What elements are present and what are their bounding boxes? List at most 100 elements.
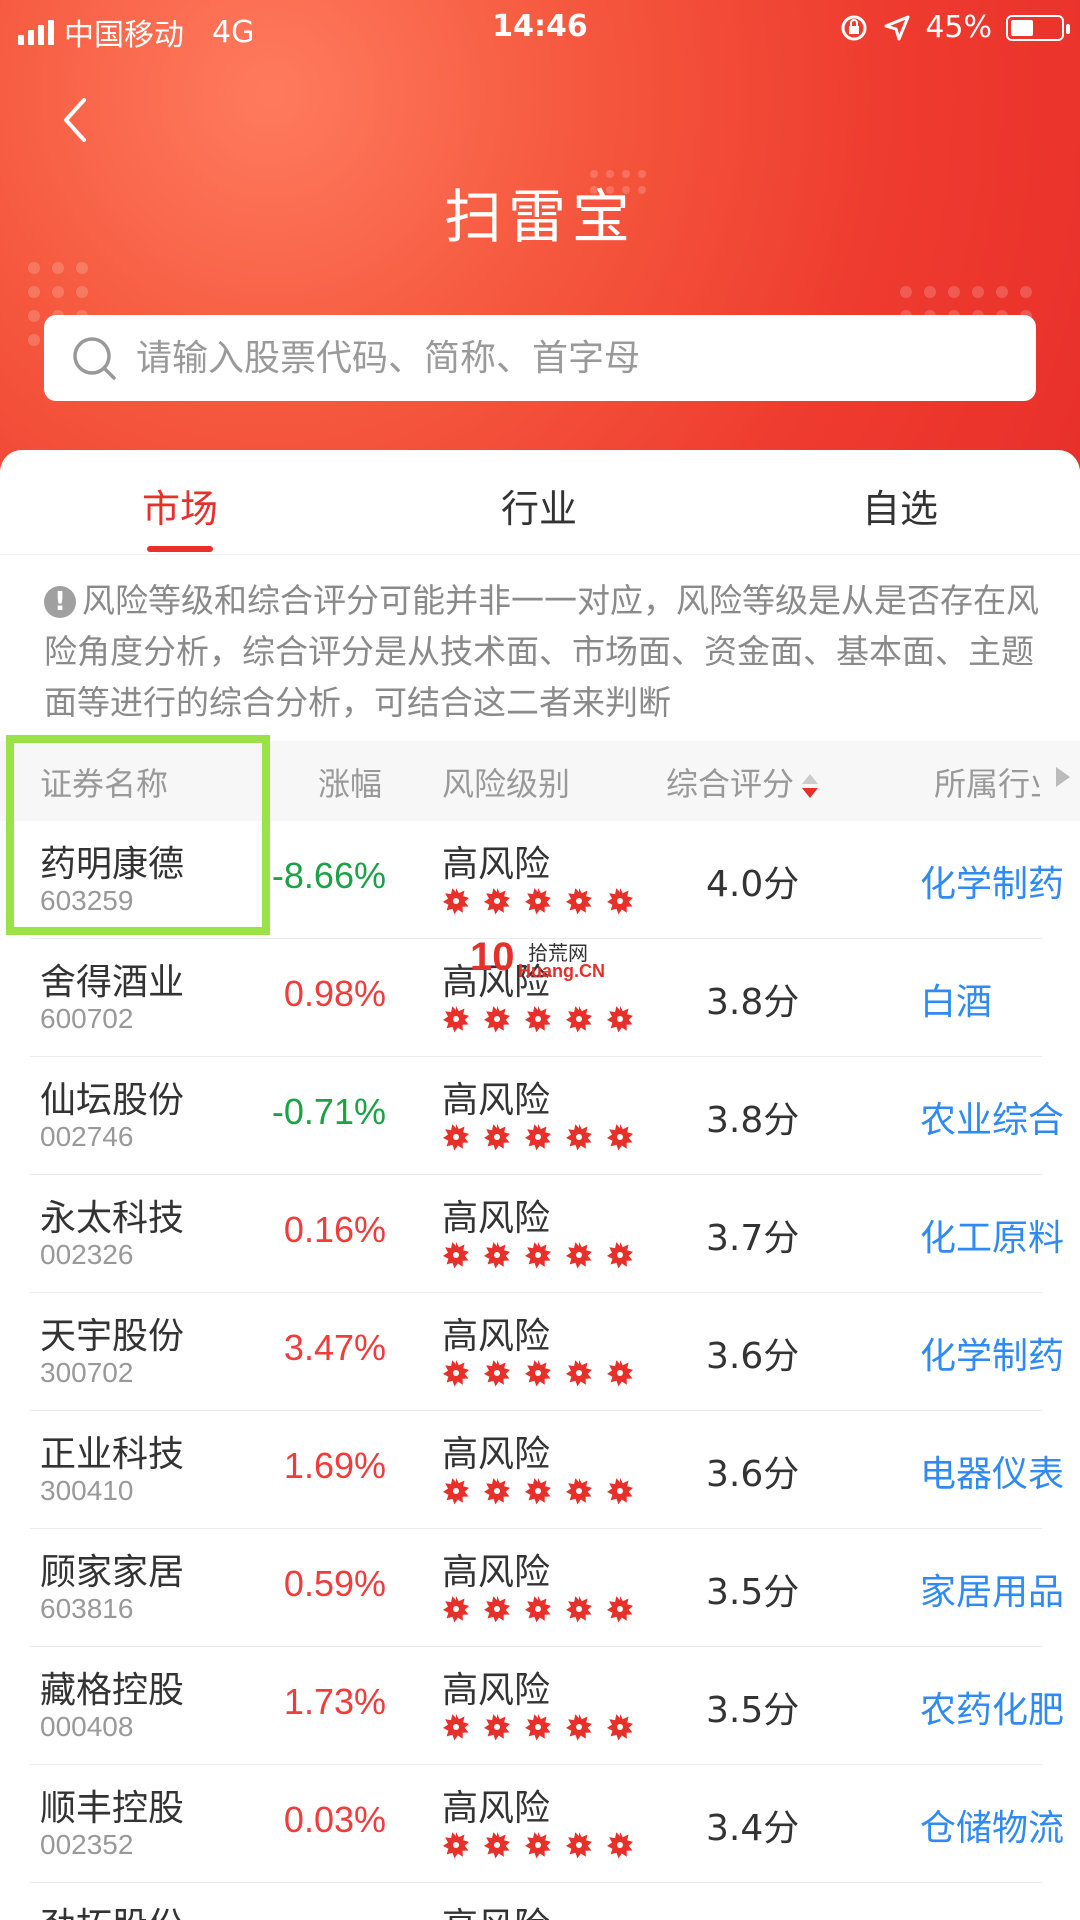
industry-link[interactable]: 农业综合: [920, 1091, 1072, 1143]
industry-link[interactable]: 化工原料: [920, 1209, 1072, 1261]
risk-star-icon: [566, 1242, 592, 1269]
risk-level: 高风险: [442, 1434, 551, 1475]
risk-star-icon: [525, 1360, 551, 1387]
industry-link[interactable]: 家居用品: [920, 1563, 1072, 1615]
search-input[interactable]: [134, 336, 988, 380]
risk-star-icon: [443, 1242, 469, 1269]
composite-score: 3.5分: [706, 1690, 800, 1731]
stock-name: 舍得酒业: [40, 962, 185, 1003]
page-title: 扫雷宝: [443, 183, 636, 251]
risk-stars: [442, 1123, 634, 1151]
industry-link[interactable]: 电器仪表: [920, 1445, 1072, 1497]
risk-star-icon: [566, 1006, 592, 1033]
risk-level: 高风险: [442, 1316, 551, 1357]
risk-star-icon: [443, 1596, 469, 1623]
table-row[interactable]: 永太科技 002326 0.16% 高风险 3.7分 化工原料: [30, 1175, 1064, 1293]
risk-star-icon: [566, 1124, 592, 1151]
risk-star-icon: [484, 1006, 510, 1033]
risk-star-icon: [484, 1478, 510, 1505]
stock-list: 药明康德 603259 -8.66% 高风险 4.0分 化学制药 舍得酒业 600702 0.9…: [0, 821, 1080, 1920]
risk-star-icon: [607, 1124, 633, 1151]
sort-icon[interactable]: [802, 774, 819, 798]
stock-name: 仙坛股份: [40, 1080, 185, 1121]
tab-watchlist[interactable]: 自选: [800, 478, 1000, 533]
status-right: 45%: [839, 10, 1070, 45]
risk-star-icon: [484, 1832, 510, 1859]
industry-link[interactable]: 化学制药: [920, 855, 1072, 907]
industry-link[interactable]: 农药化肥: [920, 1681, 1072, 1733]
tab-industry[interactable]: 行业: [439, 478, 639, 533]
risk-star-icon: [525, 888, 551, 915]
header-risk[interactable]: 风险级别: [442, 759, 570, 805]
table-row[interactable]: 天宇股份 300702 3.47% 高风险 3.6分 化学制药: [30, 1293, 1064, 1411]
risk-star-icon: [443, 1360, 469, 1387]
table-row[interactable]: 藏格控股 000408 1.73% 高风险 3.5分 农药化肥: [30, 1647, 1064, 1765]
table-row[interactable]: 仙坛股份 002746 -0.71% 高风险 3.8分 农业综合: [30, 1057, 1064, 1175]
stock-code: 002746: [40, 1121, 134, 1152]
industry-link[interactable]: 白酒: [920, 973, 1072, 1025]
stock-code: 002352: [40, 1829, 134, 1860]
risk-stars: [442, 1595, 634, 1623]
stock-name: 顺丰控股: [40, 1788, 185, 1829]
risk-stars: [442, 1713, 634, 1741]
stock-change: 0.16%: [283, 1209, 386, 1250]
industry-link[interactable]: 仓储物流: [920, 1799, 1072, 1851]
highlight-box: [6, 735, 270, 935]
table-row[interactable]: 顾家家居 603816 0.59% 高风险 3.5分 家居用品: [30, 1529, 1064, 1647]
risk-star-icon: [607, 1006, 633, 1033]
risk-star-icon: [484, 1360, 510, 1387]
risk-stars: [442, 1477, 634, 1505]
notice-text: 风险等级和综合评分可能并非一一对应，风险等级是从是否存在风险角度分析，综合评分是…: [44, 581, 1039, 722]
risk-star-icon: [525, 1242, 551, 1269]
risk-notice: ! 风险等级和综合评分可能并非一一对应，风险等级是从是否存在风险角度分析，综合评分…: [0, 555, 1080, 725]
stock-change: 3.47%: [283, 1327, 386, 1368]
risk-star-icon: [525, 1714, 551, 1741]
risk-stars: [442, 1359, 634, 1387]
stock-code: 603816: [40, 1593, 134, 1624]
stock-change: 0.03%: [283, 1799, 386, 1840]
risk-level: 高风险: [442, 1552, 551, 1593]
content-panel: 市场 行业 自选 ! 风险等级和综合评分可能并非一一对应，风险等级是从是否存在风险…: [0, 450, 1080, 1920]
location-icon: [884, 15, 910, 40]
risk-level: 高风险: [442, 1897, 550, 1920]
risk-star-icon: [484, 888, 510, 915]
stock-code: 300702: [40, 1357, 134, 1388]
header-industry[interactable]: 所属行业: [934, 759, 1040, 805]
composite-score: 3.6分: [706, 1454, 800, 1495]
scroll-right-icon[interactable]: [1056, 767, 1070, 787]
risk-level: 高风险: [442, 1670, 551, 1711]
risk-star-icon: [607, 1360, 633, 1387]
back-icon[interactable]: [48, 90, 108, 150]
risk-star-icon: [443, 888, 469, 915]
tab-active-indicator: [147, 546, 213, 552]
risk-stars: [442, 887, 634, 915]
header-change[interactable]: 涨幅: [318, 759, 382, 805]
stock-name: 劲拓股份: [40, 1897, 184, 1920]
stock-code: 600702: [40, 1003, 134, 1034]
header-score[interactable]: 综合评分: [666, 759, 819, 805]
table-row[interactable]: 顺丰控股 002352 0.03% 高风险 3.4分 仓储物流: [30, 1765, 1064, 1883]
risk-star-icon: [443, 1124, 469, 1151]
risk-star-icon: [607, 888, 633, 915]
risk-level: 高风险: [442, 1198, 551, 1239]
stock-code: 002326: [40, 1239, 134, 1270]
status-bar: 中国移动 4G 14:46 45%: [0, 0, 1080, 56]
risk-star-icon: [484, 1124, 510, 1151]
composite-score: 4.0分: [706, 864, 800, 905]
industry-link[interactable]: 化学制药: [920, 1327, 1072, 1379]
risk-level: 高风险: [442, 1788, 551, 1829]
tab-market[interactable]: 市场: [80, 478, 280, 533]
stock-change: 1.69%: [283, 1445, 386, 1486]
stock-change: -0.71%: [271, 1091, 386, 1132]
search-box[interactable]: [44, 315, 1036, 401]
table-row[interactable]: 正业科技 300410 1.69% 高风险 3.6分 电器仪表: [30, 1411, 1064, 1529]
table-row[interactable]: 劲拓股份 高风险: [30, 1883, 1042, 1920]
stock-code: 300410: [40, 1475, 134, 1506]
risk-star-icon: [607, 1832, 633, 1859]
composite-score: 3.8分: [706, 982, 800, 1023]
risk-star-icon: [443, 1478, 469, 1505]
risk-level: 高风险: [442, 844, 551, 885]
rotation-lock-icon: [841, 15, 867, 40]
risk-star-icon: [525, 1006, 551, 1033]
risk-level: 高风险: [442, 1080, 551, 1121]
